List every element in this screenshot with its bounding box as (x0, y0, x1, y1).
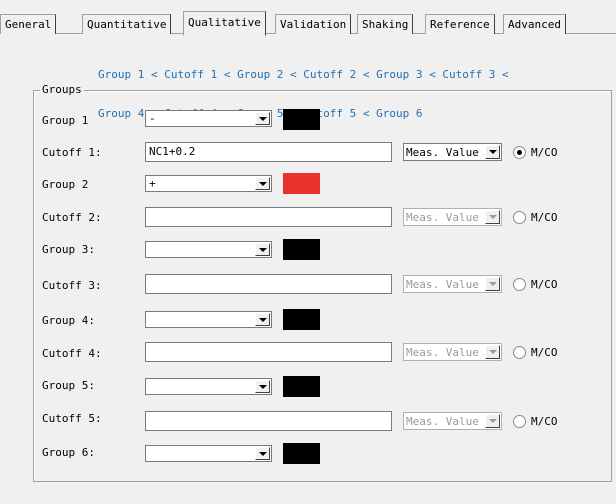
tab-bar: General Quantitative Qualitative Validat… (0, 10, 616, 36)
cutoff-1-mco-label: M/CO (531, 146, 558, 159)
cutoff-2-meas-value: Meas. Value (406, 211, 479, 224)
cutoff-5-meas-select[interactable]: Meas. Value (403, 412, 502, 430)
cutoff-4-mco-label: M/CO (531, 346, 558, 359)
cutoff-5-input[interactable] (145, 411, 392, 431)
group-1-label: Group 1 (42, 114, 89, 127)
group-2-label: Group 2 (42, 178, 89, 191)
cutoff-1-meas-value: Meas. Value (406, 146, 479, 159)
cutoff-1-meas-select[interactable]: Meas. Value (403, 143, 502, 161)
tab-advanced[interactable]: Advanced (503, 14, 566, 34)
chevron-down-icon[interactable] (485, 277, 500, 291)
cutoff-3-mco-radio[interactable] (513, 278, 526, 291)
groups-title: Groups (40, 83, 84, 96)
cutoff-4-label: Cutoff 4: (42, 347, 102, 360)
chevron-down-icon[interactable] (485, 145, 500, 159)
cutoff-1-input[interactable]: NC1+0.2 (145, 142, 392, 162)
group-5-label: Group 5: (42, 379, 95, 392)
group-2-value: + (149, 177, 156, 190)
cutoff-2-meas-select[interactable]: Meas. Value (403, 208, 502, 226)
chevron-down-icon[interactable] (255, 177, 270, 190)
group-order-line-1: Group 1 < Cutoff 1 < Group 2 < Cutoff 2 … (98, 68, 509, 81)
group-4-label: Group 4: (42, 314, 95, 327)
cutoff-4-meas-value: Meas. Value (406, 346, 479, 359)
tab-validation[interactable]: Validation (275, 14, 352, 34)
cutoff-3-input[interactable] (145, 274, 392, 294)
chevron-down-icon[interactable] (485, 345, 500, 359)
cutoff-4-mco-radio[interactable] (513, 346, 526, 359)
cutoff-2-mco-radio[interactable] (513, 211, 526, 224)
group-1-color-swatch[interactable] (283, 109, 320, 130)
cutoff-1-label: Cutoff 1: (42, 146, 102, 159)
cutoff-2-mco-label: M/CO (531, 211, 558, 224)
group-2-select[interactable]: + (145, 175, 272, 192)
chevron-down-icon[interactable] (255, 313, 270, 326)
chevron-down-icon[interactable] (485, 210, 500, 224)
group-3-label: Group 3: (42, 243, 95, 256)
cutoff-3-meas-value: Meas. Value (406, 278, 479, 291)
cutoff-3-meas-select[interactable]: Meas. Value (403, 275, 502, 293)
chevron-down-icon[interactable] (255, 380, 270, 393)
cutoff-5-label: Cutoff 5: (42, 412, 102, 425)
group-1-value: - (149, 112, 156, 125)
group-6-label: Group 6: (42, 446, 95, 459)
cutoff-3-label: Cutoff 3: (42, 279, 102, 292)
cutoff-1-mco-radio[interactable] (513, 146, 526, 159)
tab-quantitative[interactable]: Quantitative (82, 14, 172, 34)
cutoff-4-meas-select[interactable]: Meas. Value (403, 343, 502, 361)
tab-general[interactable]: General (0, 14, 57, 34)
group-2-color-swatch[interactable] (283, 173, 320, 194)
tab-reference[interactable]: Reference (425, 14, 495, 34)
chevron-down-icon[interactable] (255, 447, 270, 460)
tab-shaking[interactable]: Shaking (357, 14, 414, 34)
cutoff-5-mco-label: M/CO (531, 415, 558, 428)
group-6-color-swatch[interactable] (283, 443, 320, 464)
cutoff-5-mco-radio[interactable] (513, 415, 526, 428)
cutoff-2-input[interactable] (145, 207, 392, 227)
group-4-select[interactable] (145, 311, 272, 328)
group-5-select[interactable] (145, 378, 272, 395)
group-3-select[interactable] (145, 241, 272, 258)
group-5-color-swatch[interactable] (283, 376, 320, 397)
chevron-down-icon[interactable] (255, 243, 270, 256)
group-4-color-swatch[interactable] (283, 309, 320, 330)
cutoff-5-meas-value: Meas. Value (406, 415, 479, 428)
cutoff-4-input[interactable] (145, 342, 392, 362)
group-6-select[interactable] (145, 445, 272, 462)
cutoff-2-label: Cutoff 2: (42, 211, 102, 224)
cutoff-3-mco-label: M/CO (531, 278, 558, 291)
chevron-down-icon[interactable] (255, 112, 270, 125)
group-1-select[interactable]: - (145, 110, 272, 127)
tab-qualitative[interactable]: Qualitative (183, 11, 266, 36)
chevron-down-icon[interactable] (485, 414, 500, 428)
group-3-color-swatch[interactable] (283, 239, 320, 260)
